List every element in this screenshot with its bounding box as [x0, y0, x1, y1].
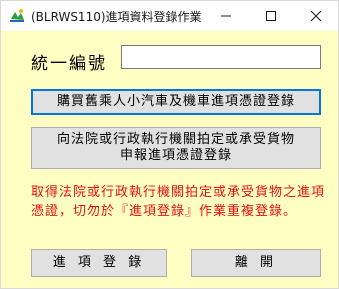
register-label: 進 項 登 錄 [52, 255, 146, 270]
maximize-button[interactable] [248, 1, 293, 31]
maximize-icon [265, 11, 276, 21]
minimize-icon [220, 11, 231, 21]
app-window: (BLRWS110)進項資料登錄作業 統一編號 購買舊乘人小汽車及機車進項憑證登… [0, 0, 339, 289]
purchase-used-cars-label: 購買舊乘人小汽車及機車進項憑證登錄 [56, 94, 295, 109]
court-auction-label-line2: 申報進項憑證登錄 [119, 148, 232, 163]
tax-id-label: 統一編號 [31, 54, 107, 74]
warning-message: 取得法院或行政執行機關拍定或承受貨物之進項憑證，切勿於『進項登錄』作業重複登錄。 [31, 185, 326, 219]
title-bar[interactable]: (BLRWS110)進項資料登錄作業 [1, 1, 338, 31]
court-auction-label-line1: 向法院或行政執行機關拍定或承受貨物 [56, 132, 295, 147]
close-icon [310, 11, 321, 21]
app-logo-icon [9, 8, 25, 24]
tax-id-input[interactable] [121, 45, 321, 69]
window-title: (BLRWS110)進項資料登錄作業 [31, 10, 202, 24]
leave-label: 離 開 [234, 255, 278, 270]
form-area: 統一編號 購買舊乘人小汽車及機車進項憑證登錄 向法院或行政執行機關拍定或承受貨物… [1, 31, 338, 288]
purchase-used-cars-button[interactable]: 購買舊乘人小汽車及機車進項憑證登錄 [31, 89, 321, 115]
minimize-button[interactable] [203, 1, 248, 31]
court-auction-button[interactable]: 向法院或行政執行機關拍定或承受貨物 申報進項憑證登錄 [31, 127, 321, 169]
close-button[interactable] [293, 1, 338, 31]
register-button[interactable]: 進 項 登 錄 [31, 249, 167, 277]
leave-button[interactable]: 離 開 [191, 249, 321, 277]
